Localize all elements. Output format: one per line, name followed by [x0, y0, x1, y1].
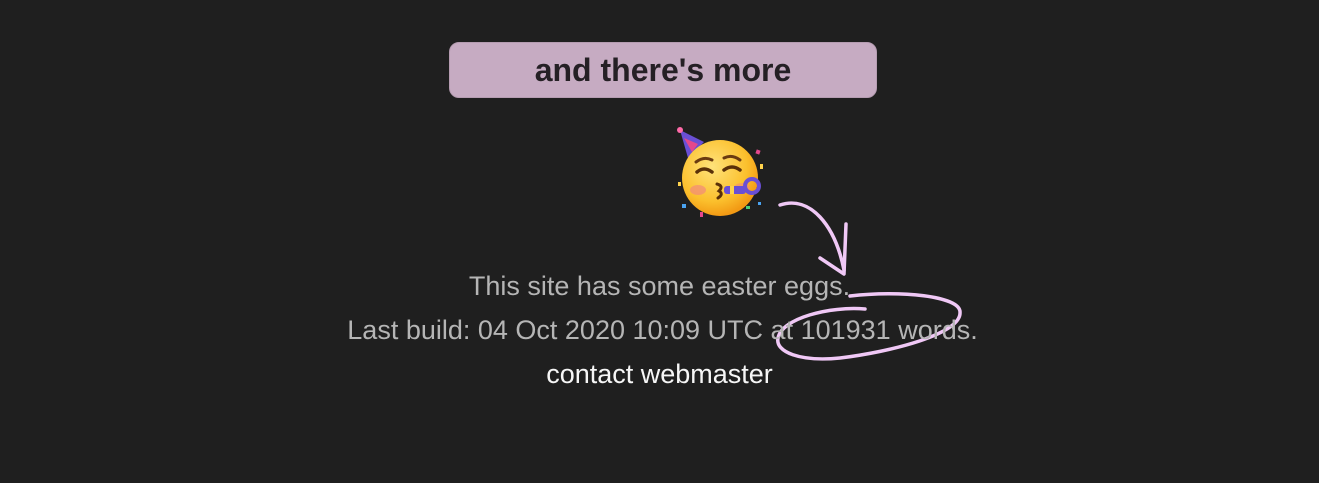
build-suffix: words.: [890, 315, 978, 345]
more-banner[interactable]: and there's more: [449, 42, 877, 98]
contact-webmaster-link[interactable]: contact webmaster: [546, 359, 773, 389]
build-info: Last build: 04 Oct 2020 10:09 UTC at 101…: [3, 314, 1319, 346]
partying-face-icon: [677, 127, 763, 217]
easter-eggs-note: This site has some easter eggs.: [468, 271, 851, 301]
build-prefix: Last build:: [347, 315, 478, 345]
build-date: 04 Oct 2020 10:09 UTC: [477, 315, 764, 345]
annotation-arrow-head: [818, 222, 848, 276]
build-mid: at: [763, 315, 801, 345]
word-count: 101931: [800, 315, 891, 345]
contact-row: contact webmaster: [0, 358, 1319, 390]
annotation-arrow-shaft: [778, 201, 846, 272]
